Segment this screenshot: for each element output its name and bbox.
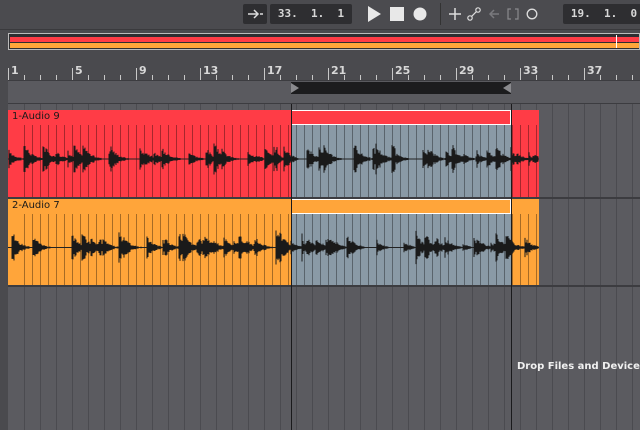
selection-end-line: [511, 104, 512, 430]
ruler-major-tick: [328, 68, 329, 80]
audio-waveform: [8, 230, 539, 265]
clip-name: 2-Audio 7: [12, 200, 60, 211]
overview-view-marker: [616, 35, 617, 48]
clip-title-selection: [291, 199, 511, 214]
ruler-bar-label: 9: [139, 64, 147, 77]
clip-title-selection: [291, 110, 511, 125]
ruler-bar-label: 17: [267, 64, 283, 77]
overdub-button[interactable]: [447, 6, 463, 22]
audio-waveform: [8, 143, 539, 175]
loop-brace-strip[interactable]: [8, 80, 640, 104]
drop-files-hint: Drop Files and Devices He: [517, 361, 640, 372]
ruler-major-tick: [520, 68, 521, 80]
ruler-major-tick: [392, 68, 393, 80]
ruler-bar-label: 5: [75, 64, 83, 77]
grid-line: [600, 104, 601, 430]
arrangement-position-value: 33. 1. 1: [277, 7, 345, 20]
play-button[interactable]: [365, 6, 383, 22]
overview-track-audio-9: [10, 37, 639, 42]
arrangement-overview[interactable]: [8, 33, 640, 50]
audio-clip-audio-7[interactable]: 2-Audio 7: [8, 199, 539, 285]
record-icon: [413, 7, 427, 21]
selection-start-line: [291, 104, 292, 430]
ruler-major-tick: [200, 68, 201, 80]
ruler-major-tick: [72, 68, 73, 80]
grid-line: [552, 104, 553, 430]
grid-line: [616, 104, 617, 430]
loop-brace[interactable]: [291, 82, 511, 94]
ruler-bar-label: 13: [203, 64, 219, 77]
ruler-bar-label: 1: [11, 64, 19, 77]
record-button[interactable]: [412, 6, 428, 22]
loop-switch-button[interactable]: [505, 6, 521, 22]
overview-track-audio-7: [10, 43, 639, 48]
ruler-major-tick: [136, 68, 137, 80]
follow-button[interactable]: [243, 4, 267, 24]
ruler-bar-label: 33: [523, 64, 539, 77]
transport-bar: 33. 1. 1 19. 1. 0: [0, 0, 640, 30]
punch-button[interactable]: [524, 6, 540, 22]
ruler-major-tick: [8, 68, 9, 80]
play-icon: [368, 6, 381, 22]
transport-divider: [440, 3, 441, 25]
stop-button[interactable]: [389, 6, 405, 22]
circle-icon: [526, 8, 538, 20]
plus-icon: [449, 8, 461, 20]
track-separator: [8, 285, 640, 287]
beat-time-ruler[interactable]: 1 5 9 13 17 21 25 29 33 37: [8, 56, 640, 80]
automation-arm-icon: [467, 7, 481, 21]
loop-start-marker-icon[interactable]: [291, 83, 300, 93]
ruler-bar-label: 25: [395, 64, 411, 77]
ruler-major-tick: [584, 68, 585, 80]
automation-arm-button[interactable]: [466, 6, 482, 22]
clip-name: 1-Audio 9: [12, 111, 60, 122]
grid-line: [632, 104, 633, 430]
loop-end-marker-icon[interactable]: [502, 83, 511, 93]
grid-line: [584, 104, 585, 430]
follow-arrow-icon: [248, 9, 263, 19]
loop-length-value: 19. 1. 0: [570, 7, 638, 20]
loop-bracket-icon: [507, 8, 519, 20]
back-to-arrangement-button[interactable]: [486, 6, 502, 22]
loop-length-field[interactable]: 19. 1. 0: [563, 4, 640, 24]
audio-clip-audio-9[interactable]: 1-Audio 9: [8, 110, 539, 197]
arrangement-view[interactable]: 1-Audio 9 2-Audio 7 Drop Files and Devic…: [8, 104, 640, 430]
ruler-bar-label: 29: [459, 64, 475, 77]
back-arrow-icon: [488, 9, 499, 19]
ruler-major-tick: [456, 68, 457, 80]
ruler-bar-label: 37: [587, 64, 603, 77]
ruler-bar-label: 21: [331, 64, 347, 77]
arrangement-position-field[interactable]: 33. 1. 1: [270, 4, 352, 24]
grid-line: [568, 104, 569, 430]
stop-icon: [390, 7, 404, 21]
ruler-major-tick: [264, 68, 265, 80]
